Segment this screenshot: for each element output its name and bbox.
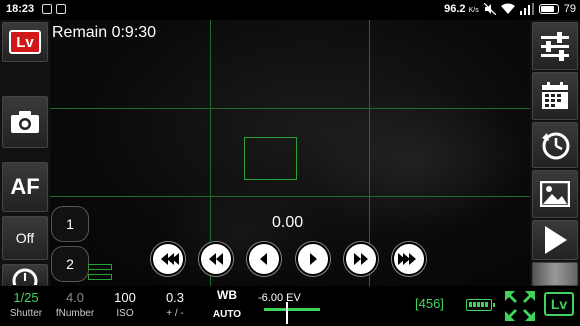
forward-button[interactable] (344, 242, 378, 276)
grid-line (50, 196, 530, 197)
lv-toggle-button[interactable]: Lv (544, 292, 574, 316)
network-speed: 96.2 K/s (444, 3, 479, 15)
calendar-icon (542, 82, 568, 109)
network-speed-value: 96.2 (444, 3, 466, 15)
timer-off-button[interactable]: Off (2, 216, 48, 260)
rewind-button[interactable] (199, 242, 233, 276)
camera-battery-icon (466, 299, 495, 311)
preset-1-button[interactable]: 1 (51, 206, 89, 242)
step-back-icon (260, 253, 267, 265)
exposure-value: 0.3 (165, 290, 185, 305)
iso-setting[interactable]: 100 ISO (108, 290, 142, 319)
off-label: Off (15, 230, 35, 246)
rewind-icon (209, 253, 223, 265)
forward-icon (354, 253, 368, 265)
af-focus-box[interactable] (244, 137, 297, 180)
live-view-button[interactable]: Lv (2, 22, 48, 62)
fnumber-label: fNumber (55, 308, 95, 319)
bottom-bar: 1/25 Shutter 4.0 fNumber 100 ISO 0.3 + /… (0, 286, 580, 326)
self-timer-button[interactable] (2, 264, 48, 286)
gallery-button[interactable] (532, 170, 578, 218)
wb-value: AUTO (212, 309, 242, 320)
self-timer-icon (12, 268, 38, 285)
wb-label: WB (217, 288, 237, 302)
image-icon (540, 181, 570, 207)
settings-button[interactable] (532, 22, 578, 70)
left-toolbar: Lv AF Off (0, 20, 50, 286)
play-button[interactable] (532, 220, 578, 260)
capture-button[interactable] (2, 96, 48, 148)
lv-badge: Lv (9, 30, 41, 54)
preset-2-button[interactable]: 2 (51, 246, 89, 282)
notification-icons (42, 4, 66, 14)
ev-scale[interactable]: -6.00 EV (258, 288, 328, 324)
thumbnail-preview[interactable] (532, 262, 578, 286)
camera-notify-icon (56, 4, 66, 14)
step-forward-icon (310, 253, 317, 265)
af-button[interactable]: AF (2, 162, 48, 212)
battery-icon (538, 4, 559, 14)
mute-icon (483, 3, 496, 15)
level-indicator (88, 262, 112, 282)
ev-scale-bar (264, 308, 320, 311)
shot-count: [456] (415, 296, 444, 311)
fnumber-value: 4.0 (65, 290, 85, 305)
signal-icon (519, 3, 534, 15)
status-time: 18:23 (6, 3, 35, 15)
ev-scale-value: -6.00 EV (258, 292, 301, 304)
fast-rewind-icon (161, 253, 179, 265)
af-label: AF (10, 174, 40, 199)
grid-line (50, 108, 530, 109)
fnumber-setting[interactable]: 4.0 fNumber (54, 290, 96, 319)
shutter-value: 1/25 (13, 290, 39, 305)
ev-readout: 0.00 (272, 214, 304, 231)
iso-value: 100 (114, 290, 136, 305)
exposure-label: + / - (166, 308, 184, 319)
history-button[interactable] (532, 122, 578, 168)
status-bar: 18:23 96.2 K/s 79 (0, 0, 580, 20)
sliders-icon (541, 32, 569, 61)
wifi-icon (500, 3, 515, 14)
battery-level: 79 (563, 3, 576, 15)
live-view[interactable] (50, 20, 530, 286)
status-right: 96.2 K/s 79 (444, 3, 576, 15)
scene-highlight (300, 90, 530, 230)
calendar-button[interactable] (532, 72, 578, 120)
notification-icon (42, 4, 52, 14)
white-balance-setting[interactable]: WB AUTO (207, 288, 247, 320)
right-toolbar (530, 20, 580, 286)
shutter-setting[interactable]: 1/25 Shutter (6, 290, 46, 319)
play-icon (545, 226, 567, 254)
history-clock-icon (542, 132, 570, 160)
camera-icon (11, 111, 39, 133)
fullscreen-expand-icon[interactable] (504, 290, 536, 322)
step-back-button[interactable] (247, 242, 281, 276)
ev-scale-marker (286, 302, 288, 324)
iso-label: ISO (116, 308, 134, 319)
fast-forward-icon (398, 253, 416, 265)
exposure-setting[interactable]: 0.3 + / - (158, 290, 192, 319)
remaining-time: Remain 0:9:30 (52, 24, 157, 41)
network-speed-unit: K/s (468, 7, 479, 14)
fast-rewind-button[interactable] (151, 242, 185, 276)
fast-forward-button[interactable] (392, 242, 426, 276)
step-forward-button[interactable] (296, 242, 330, 276)
shutter-label: Shutter (9, 308, 43, 319)
